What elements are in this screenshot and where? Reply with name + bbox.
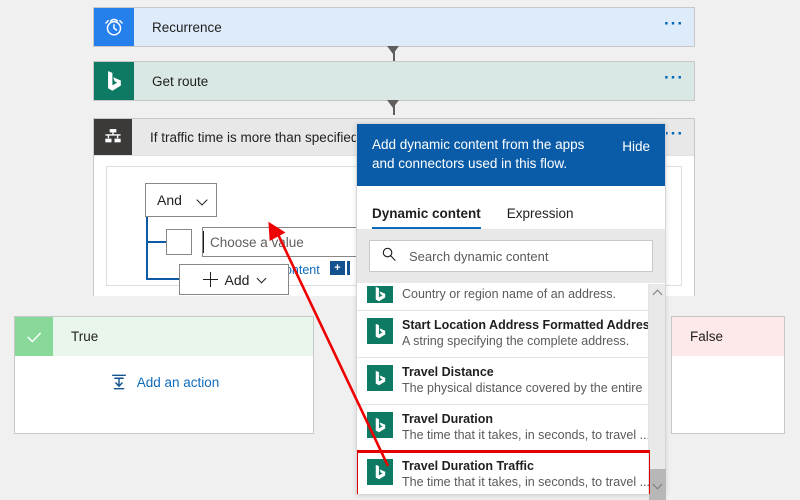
bing-b-glyph (107, 70, 121, 91)
branch-label: True (71, 329, 99, 344)
branch-label: False (690, 329, 724, 344)
list-item-description: The time that it takes, in seconds, to t… (402, 475, 650, 489)
flow-step-menu-button[interactable]: ··· (654, 62, 694, 100)
add-dynamic-content-badge-bar (347, 261, 350, 275)
tree-connector (146, 241, 166, 243)
list-item-name: Travel Duration (402, 412, 493, 426)
connector-arrowhead (387, 46, 399, 54)
tree-connector (146, 217, 148, 280)
condition-row-checkbox[interactable] (166, 229, 192, 255)
dynamic-content-tabs: Dynamic content Expression (357, 186, 665, 230)
add-condition-button[interactable]: Add (179, 264, 289, 295)
choose-a-value-placeholder: Choose a value (210, 234, 304, 250)
bing-maps-icon (367, 365, 393, 391)
tree-connector (146, 278, 179, 280)
dynamic-content-search-container: Search dynamic content (357, 230, 665, 283)
alarm-clock-icon (94, 8, 134, 46)
hide-panel-button[interactable]: Hide (622, 139, 650, 154)
list-item[interactable]: Country or region name of an address. (357, 284, 650, 311)
flow-step-menu-button[interactable]: ··· (654, 8, 694, 46)
add-an-action-button[interactable]: Add an action (15, 372, 313, 392)
condition-operator-label: And (157, 192, 182, 208)
list-item-text: Travel Duration Traffic The time that it… (402, 458, 650, 491)
add-dynamic-content-badge[interactable]: + (330, 261, 345, 275)
list-item-name: Travel Duration Traffic (402, 459, 534, 473)
chevron-down-icon[interactable] (649, 477, 666, 494)
search-icon (381, 246, 397, 267)
flow-step-title: Recurrence (152, 19, 222, 35)
search-placeholder: Search dynamic content (409, 248, 549, 264)
add-an-action-label: Add an action (136, 374, 220, 390)
add-action-icon (109, 372, 129, 392)
tab-dynamic-content[interactable]: Dynamic content (372, 206, 481, 229)
flow-step-recurrence[interactable]: Recurrence ··· (93, 7, 695, 47)
list-item-name: Travel Distance (402, 365, 494, 379)
chevron-up-icon[interactable] (649, 284, 666, 301)
bing-maps-icon (367, 286, 393, 303)
dynamic-content-banner: Add dynamic content from the apps and co… (357, 124, 665, 186)
tab-expression[interactable]: Expression (507, 206, 574, 229)
add-condition-label: Add (224, 271, 250, 288)
chevron-down-icon (196, 194, 208, 206)
bing-maps-icon (367, 459, 393, 485)
list-item-text: Travel Duration The time that it takes, … (402, 411, 650, 444)
list-item[interactable]: Start Location Address Formatted Address… (357, 311, 650, 358)
branch-card-false[interactable]: False (671, 316, 785, 434)
list-item-text: Start Location Address Formatted Address… (402, 317, 650, 350)
search-input[interactable]: Search dynamic content (369, 240, 653, 272)
branch-header-true: True (15, 317, 313, 356)
dynamic-content-banner-text: Add dynamic content from the apps and co… (372, 137, 585, 171)
check-icon (15, 317, 53, 356)
plus-icon (202, 271, 218, 287)
flow-designer-canvas: Recurrence ··· Get route ··· If traffic … (0, 0, 800, 500)
flow-step-title: Get route (152, 73, 209, 89)
list-item-description: Country or region name of an address. (402, 287, 617, 301)
choose-a-value-input[interactable]: Choose a value (202, 227, 362, 257)
list-item[interactable]: Travel Duration The time that it takes, … (357, 405, 650, 452)
bing-maps-icon (94, 62, 134, 100)
condition-operator-dropdown[interactable]: And (145, 183, 217, 217)
text-caret (203, 231, 204, 253)
connector-arrowhead (387, 100, 399, 108)
list-item-travel-duration-traffic[interactable]: Travel Duration Traffic The time that it… (357, 450, 650, 494)
dynamic-content-panel: Add dynamic content from the apps and co… (356, 123, 666, 500)
list-item-text: Country or region name of an address. (402, 286, 640, 303)
branch-card-true[interactable]: True Add an action (14, 316, 314, 434)
dynamic-content-list[interactable]: Country or region name of an address. St… (357, 284, 650, 494)
flow-step-get-route[interactable]: Get route ··· (93, 61, 695, 101)
branch-header-false: False (672, 317, 784, 356)
list-item-description: The time that it takes, in seconds, to t… (402, 428, 650, 442)
list-scrollbar[interactable] (648, 284, 666, 500)
list-item-description: A string specifying the complete address… (402, 334, 630, 348)
list-item-description: The physical distance covered by the ent… (402, 381, 643, 395)
bing-maps-icon (367, 412, 393, 438)
condition-icon (94, 119, 132, 155)
list-item-text: Travel Distance The physical distance co… (402, 364, 643, 397)
list-item-name: Start Location Address Formatted Address (402, 318, 650, 332)
list-item[interactable]: Travel Distance The physical distance co… (357, 358, 650, 405)
chevron-down-icon (257, 273, 267, 283)
bing-maps-icon (367, 318, 393, 344)
